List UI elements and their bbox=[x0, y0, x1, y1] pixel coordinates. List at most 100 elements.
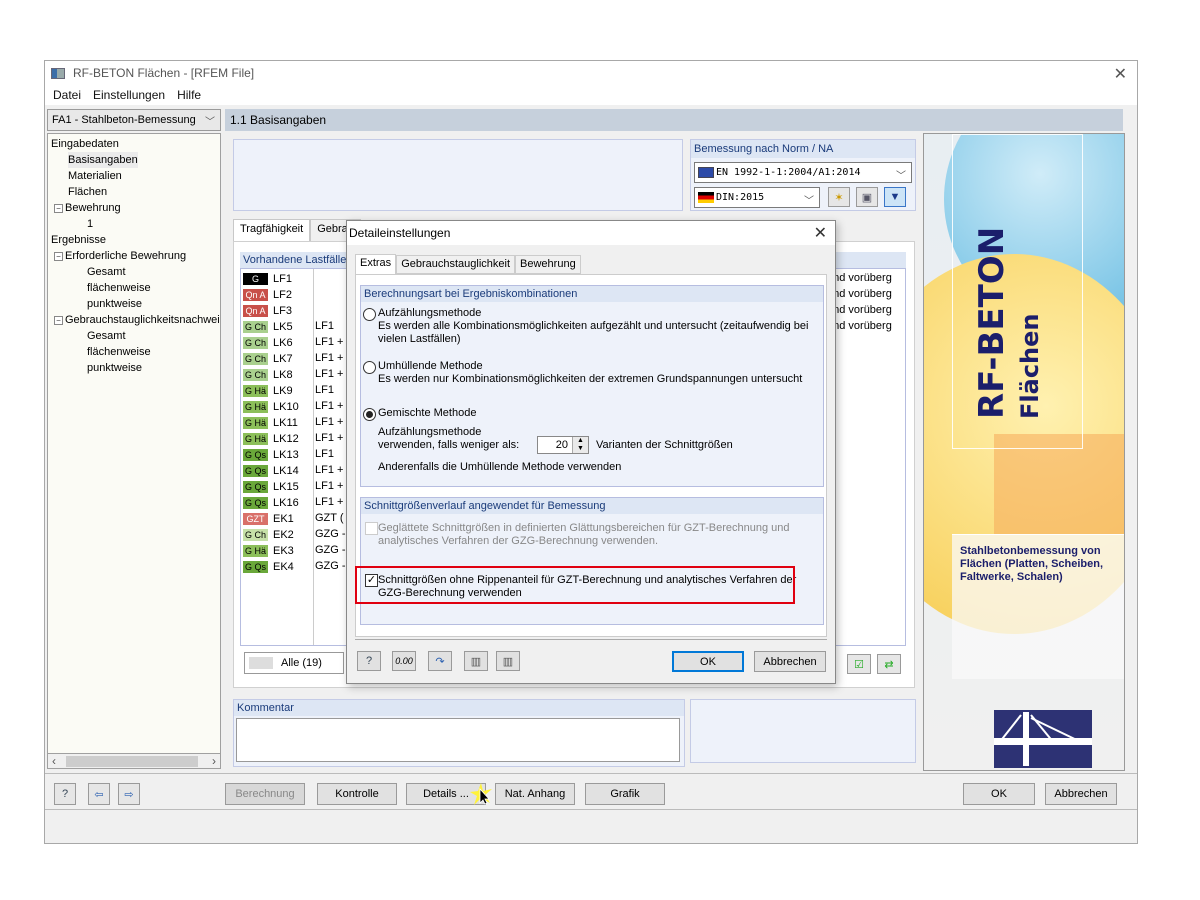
load-case-description: LF1 bbox=[315, 320, 334, 332]
scroll-thumb[interactable] bbox=[66, 756, 198, 767]
load-settings-button[interactable]: ▥ bbox=[496, 651, 520, 671]
next-button[interactable]: ⇨ bbox=[118, 783, 140, 805]
load-case-description: GZG - bbox=[315, 560, 346, 572]
tree-item[interactable]: punktweise bbox=[87, 360, 142, 376]
load-case-row[interactable]: G Ch LK7 bbox=[243, 351, 313, 367]
mixed-method-radio[interactable] bbox=[363, 408, 376, 421]
close-icon[interactable]: ✕ bbox=[814, 222, 827, 246]
load-case-name: LK14 bbox=[273, 465, 299, 477]
smoothed-forces-checkbox[interactable] bbox=[365, 522, 378, 535]
load-filter-select[interactable]: Alle (19) bbox=[244, 652, 344, 674]
decimal-places-button[interactable]: 0.00 bbox=[392, 651, 416, 671]
enumeration-method-radio[interactable] bbox=[363, 308, 376, 321]
load-case-row[interactable]: G Qs LK15 bbox=[243, 479, 313, 495]
comment-input[interactable] bbox=[236, 718, 680, 762]
load-case-row[interactable]: G Qs LK16 bbox=[243, 495, 313, 511]
smoothed-forces-label: Geglättete Schnittgrößen in definierten … bbox=[378, 522, 790, 547]
load-case-description: LF1 + bbox=[315, 480, 344, 492]
load-case-row[interactable]: G Hä EK3 bbox=[243, 543, 313, 559]
previous-button[interactable]: ⇦ bbox=[88, 783, 110, 805]
tree-item[interactable]: Gesamt bbox=[87, 328, 126, 344]
spin-arrows-icon[interactable]: ▲ ▼ bbox=[572, 437, 588, 453]
standard-value: EN 1992-1-1:2004/A1:2014 bbox=[716, 167, 861, 178]
standard-select[interactable]: EN 1992-1-1:2004/A1:2014 ﹀ bbox=[694, 162, 912, 183]
detail-settings-dialog: Detaileinstellungen ✕ Extras Gebrauchsta… bbox=[346, 220, 836, 684]
ok-button[interactable]: OK bbox=[963, 783, 1035, 805]
case-selector[interactable]: FA1 - Stahlbeton-Bemessung ﹀ bbox=[47, 109, 221, 131]
collapse-icon[interactable]: − bbox=[54, 251, 63, 261]
tab-gebrauchstauglichkeit[interactable]: Gebrauchstauglichkeit bbox=[396, 255, 516, 274]
menu-hilfe[interactable]: Hilfe bbox=[177, 88, 201, 102]
reset-button[interactable]: ↷ bbox=[428, 651, 452, 671]
load-case-row[interactable]: G Hä LK10 bbox=[243, 399, 313, 415]
load-case-row[interactable]: Qn A LF3 bbox=[243, 303, 313, 319]
load-case-row[interactable]: G Qs LK14 bbox=[243, 463, 313, 479]
edit-annex-button[interactable]: ▣ bbox=[856, 187, 878, 207]
app-icon bbox=[51, 67, 65, 79]
tree-item[interactable]: − Bewehrung bbox=[54, 200, 121, 216]
envelope-method-radio[interactable] bbox=[363, 361, 376, 374]
variants-spinner[interactable]: 20 ▲ ▼ bbox=[537, 436, 589, 454]
load-case-row[interactable]: G Ch LK6 bbox=[243, 335, 313, 351]
load-case-description: LF1 + bbox=[315, 336, 344, 348]
tab-bewehrung[interactable]: Bewehrung bbox=[515, 255, 581, 274]
tree-item[interactable]: Eingabedaten bbox=[51, 136, 119, 152]
check-button[interactable]: Kontrolle bbox=[317, 783, 397, 805]
help-button[interactable]: ? bbox=[357, 651, 381, 671]
invert-selection-button[interactable]: ⇄ bbox=[877, 654, 901, 674]
load-type-badge: G Qs bbox=[243, 497, 268, 509]
national-annex-button[interactable]: Nat. Anhang bbox=[495, 783, 575, 805]
collapse-icon[interactable]: − bbox=[54, 315, 63, 325]
load-case-row[interactable]: G Hä LK9 bbox=[243, 383, 313, 399]
cancel-button[interactable]: Abbrechen bbox=[1045, 783, 1117, 805]
load-case-row[interactable]: G Hä LK11 bbox=[243, 415, 313, 431]
filter-button[interactable]: ▼ bbox=[884, 187, 906, 207]
load-case-row[interactable]: G Qs LK13 bbox=[243, 447, 313, 463]
tab-extras[interactable]: Extras bbox=[355, 254, 397, 274]
tree-item[interactable]: 1 bbox=[87, 216, 93, 232]
scroll-left-icon[interactable]: ‹ bbox=[52, 754, 56, 768]
comment-panel: Kommentar bbox=[233, 699, 685, 767]
tree-item[interactable]: punktweise bbox=[87, 296, 142, 312]
tree-item[interactable]: Flächen bbox=[68, 184, 107, 200]
load-type-badge: G Hä bbox=[243, 417, 268, 429]
tree-item[interactable]: flächenweise bbox=[87, 280, 151, 296]
tree-item[interactable]: Ergebnisse bbox=[51, 232, 106, 248]
scroll-right-icon[interactable]: › bbox=[212, 754, 216, 768]
load-case-row[interactable]: G Hä LK12 bbox=[243, 431, 313, 447]
collapse-icon[interactable]: − bbox=[54, 203, 63, 213]
tree-item-label: Materialien bbox=[68, 170, 122, 182]
dialog-ok-button[interactable]: OK bbox=[672, 651, 744, 672]
load-case-name: LF2 bbox=[273, 289, 292, 301]
load-case-row[interactable]: G Qs EK4 bbox=[243, 559, 313, 575]
load-case-name: LK7 bbox=[273, 353, 293, 365]
save-defaults-icon: ▥ bbox=[470, 655, 482, 668]
load-case-description: LF1 + bbox=[315, 352, 344, 364]
load-case-row[interactable]: G Ch LK5 bbox=[243, 319, 313, 335]
load-case-row[interactable]: Qn A LF2 bbox=[243, 287, 313, 303]
otherwise-label: Anderenfalls die Umhüllende Methode verw… bbox=[378, 461, 622, 473]
help-button[interactable]: ? bbox=[54, 783, 76, 805]
tree-item[interactable]: Basisangaben bbox=[68, 152, 138, 168]
load-case-row[interactable]: G LF1 bbox=[243, 271, 313, 287]
menu-einstellungen[interactable]: Einstellungen bbox=[93, 88, 165, 102]
tab-tragfaehigkeit[interactable]: Tragfähigkeit bbox=[233, 219, 311, 243]
tree-item[interactable]: − Gebrauchstauglichkeitsnachwei bbox=[54, 312, 220, 328]
menu-datei[interactable]: Datei bbox=[53, 88, 81, 102]
tree-item[interactable]: flächenweise bbox=[87, 344, 151, 360]
tree-item[interactable]: Materialien bbox=[68, 168, 122, 184]
tree-item[interactable]: − Erforderliche Bewehrung bbox=[54, 248, 186, 264]
select-all-button[interactable]: ☑ bbox=[847, 654, 871, 674]
tree-horizontal-scrollbar[interactable]: ‹ › bbox=[47, 753, 221, 769]
new-annex-button[interactable]: ✶ bbox=[828, 187, 850, 207]
calculation-button[interactable]: Berechnung bbox=[225, 783, 305, 805]
load-case-row[interactable]: GZT EK1 bbox=[243, 511, 313, 527]
graphic-button[interactable]: Grafik bbox=[585, 783, 665, 805]
national-annex-select[interactable]: DIN:2015 ﹀ bbox=[694, 187, 820, 208]
save-settings-button[interactable]: ▥ bbox=[464, 651, 488, 671]
tree-item[interactable]: Gesamt bbox=[87, 264, 126, 280]
dialog-cancel-button[interactable]: Abbrechen bbox=[754, 651, 826, 672]
load-case-row[interactable]: G Ch LK8 bbox=[243, 367, 313, 383]
load-case-row[interactable]: G Ch EK2 bbox=[243, 527, 313, 543]
close-icon[interactable]: ✕ bbox=[1114, 64, 1127, 84]
